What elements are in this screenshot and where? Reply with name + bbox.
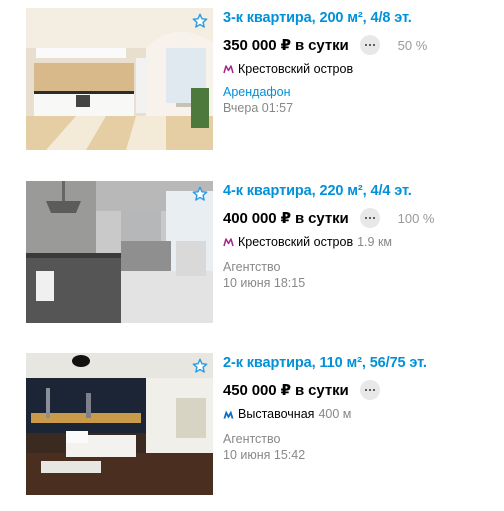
more-options-button[interactable] — [359, 380, 380, 400]
metro-distance: 400 м — [318, 407, 352, 421]
more-options-button[interactable] — [359, 208, 380, 228]
seller-type: Агентство — [223, 432, 281, 446]
listing-item: 2-к квартира, 110 м², 56/75 эт. 450 000 … — [26, 353, 486, 495]
metro-station: Крестовский остров — [238, 62, 354, 76]
listing-price: 400 000 ₽ в сутки — [223, 210, 349, 227]
metro-blue-icon — [223, 410, 234, 418]
listing-title[interactable]: 4-к квартира, 220 м², 4/4 эт. — [223, 182, 486, 201]
favorite-star-icon[interactable] — [191, 185, 209, 203]
percent-label: 50 % — [397, 37, 428, 53]
listing-price: 350 000 ₽ в сутки — [223, 37, 349, 54]
listing-photo[interactable] — [26, 8, 213, 150]
listing-item: 3-к квартира, 200 м², 4/8 эт. 350 000 ₽ … — [26, 8, 486, 150]
favorite-star-icon[interactable] — [191, 12, 209, 30]
metro-station: Крестовский остров — [238, 235, 354, 249]
listing-title[interactable]: 2-к квартира, 110 м², 56/75 эт. — [223, 354, 486, 373]
metro-station: Выставочная — [238, 407, 315, 421]
percent-label: 100 % — [397, 210, 435, 226]
listing-item: 4-к квартира, 220 м², 4/4 эт. 400 000 ₽ … — [26, 181, 486, 323]
listing-date: 10 июня 15:42 — [223, 448, 306, 462]
metro-purple-icon — [223, 64, 234, 73]
listing-title[interactable]: 3-к квартира, 200 м², 4/8 эт. — [223, 9, 486, 28]
metro-distance: 1.9 км — [357, 235, 393, 249]
listing-date: Вчера 01:57 — [223, 101, 294, 115]
favorite-star-icon[interactable] — [191, 357, 209, 375]
more-options-button[interactable] — [359, 35, 380, 55]
listing-date: 10 июня 18:15 — [223, 276, 306, 290]
metro-purple-icon — [223, 237, 234, 246]
listing-photo[interactable] — [26, 353, 213, 495]
seller-name[interactable]: Арендафон — [223, 84, 486, 100]
listing-price: 450 000 ₽ в сутки — [223, 382, 349, 399]
listing-photo[interactable] — [26, 181, 213, 323]
seller-type: Агентство — [223, 260, 281, 274]
